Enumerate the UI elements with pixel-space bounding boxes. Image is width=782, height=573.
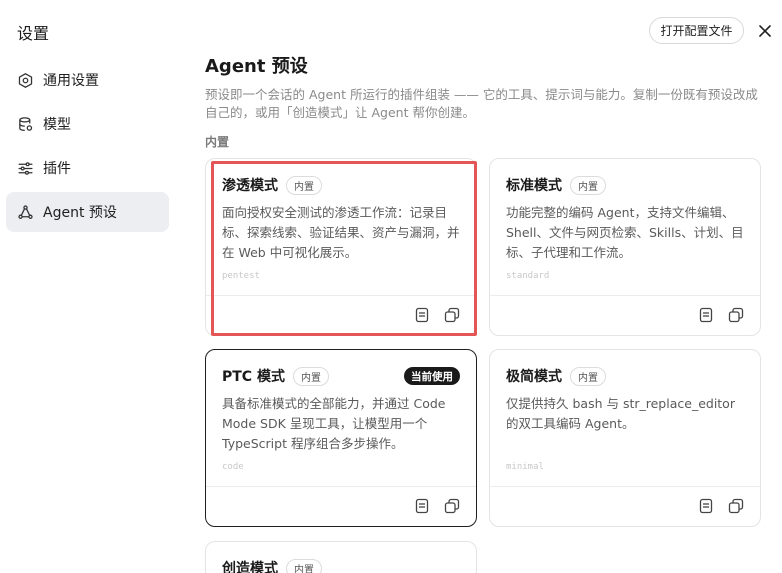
copy-icon[interactable] bbox=[728, 498, 744, 514]
current-in-use-badge: 当前使用 bbox=[404, 367, 460, 385]
sidebar-item-label: 模型 bbox=[43, 117, 71, 133]
sidebar-title: 设置 bbox=[17, 24, 50, 43]
builtin-badge: 内置 bbox=[570, 366, 606, 386]
builtin-badge: 内置 bbox=[286, 558, 322, 573]
builtin-badge: 内置 bbox=[292, 366, 329, 386]
card-description: 功能完整的编码 Agent，支持文件编辑、Shell、文件与网页检索、Skill… bbox=[506, 205, 744, 260]
open-config-button[interactable]: 打开配置文件 bbox=[649, 17, 744, 44]
section-label-builtin: 内置 bbox=[205, 135, 230, 149]
sidebar-item-label: 插件 bbox=[43, 161, 71, 177]
card-title: 极简模式 bbox=[506, 369, 562, 385]
sidebar-item-agent-presets[interactable]: Agent 预设 bbox=[6, 192, 169, 232]
preset-card-minimal[interactable]: 极简模式 内置 仅提供持久 bash 与 str_replace_editor … bbox=[489, 349, 761, 527]
gear-icon bbox=[16, 71, 34, 89]
card-id: standard bbox=[506, 271, 550, 281]
card-id: pentest bbox=[222, 271, 260, 281]
view-document-icon[interactable] bbox=[414, 498, 430, 514]
card-divider bbox=[206, 486, 476, 487]
settings-sidebar: 设置 通用设置 模型 插件 Agent 预设 bbox=[0, 0, 182, 573]
sidebar-item-label: Agent 预设 bbox=[43, 205, 117, 221]
card-title: 创造模式 bbox=[222, 561, 278, 573]
card-title: 标准模式 bbox=[506, 178, 562, 194]
page-title: Agent 预设 bbox=[205, 56, 308, 77]
database-icon bbox=[16, 115, 34, 133]
view-document-icon[interactable] bbox=[414, 307, 430, 323]
card-id: code bbox=[222, 462, 244, 472]
close-icon bbox=[759, 25, 771, 37]
card-id: minimal bbox=[506, 462, 544, 472]
card-title: PTC 模式 bbox=[222, 369, 285, 385]
sidebar-item-plugins[interactable]: 插件 bbox=[6, 148, 169, 188]
card-description: 具备标准模式的全部能力，并通过 Code Mode SDK 呈现工具，让模型用一… bbox=[222, 396, 446, 451]
sidebar-item-models[interactable]: 模型 bbox=[6, 104, 169, 144]
view-document-icon[interactable] bbox=[698, 307, 714, 323]
preset-card-create[interactable]: 创造模式 内置 bbox=[205, 541, 477, 573]
sliders-icon bbox=[16, 159, 34, 177]
card-divider bbox=[490, 486, 760, 487]
card-divider bbox=[490, 295, 760, 296]
copy-icon[interactable] bbox=[444, 307, 460, 323]
card-description: 仅提供持久 bash 与 str_replace_editor 的双工具编码 A… bbox=[506, 396, 735, 431]
preset-card-code[interactable]: PTC 模式 内置 当前使用 具备标准模式的全部能力，并通过 Code Mode… bbox=[205, 349, 477, 527]
preset-card-standard[interactable]: 标准模式 内置 功能完整的编码 Agent，支持文件编辑、Shell、文件与网页… bbox=[489, 158, 761, 336]
view-document-icon[interactable] bbox=[698, 498, 714, 514]
page-description: 预设即一个会话的 Agent 所运行的插件组装 —— 它的工具、提示词与能力。复… bbox=[205, 87, 758, 120]
sidebar-item-label: 通用设置 bbox=[43, 73, 99, 89]
builtin-badge: 内置 bbox=[286, 175, 322, 195]
builtin-badge: 内置 bbox=[570, 175, 606, 195]
copy-icon[interactable] bbox=[728, 307, 744, 323]
copy-icon[interactable] bbox=[444, 498, 460, 514]
card-title: 渗透模式 bbox=[222, 178, 278, 194]
preset-card-pentest[interactable]: 渗透模式 内置 面向授权安全测试的渗透工作流：记录目标、探索线索、验证结果、资产… bbox=[205, 158, 477, 336]
card-divider bbox=[206, 295, 476, 296]
close-button[interactable] bbox=[755, 21, 775, 41]
card-description: 面向授权安全测试的渗透工作流：记录目标、探索线索、验证结果、资产与漏洞，并在 W… bbox=[222, 205, 460, 260]
agent-icon bbox=[16, 203, 34, 221]
sidebar-item-general[interactable]: 通用设置 bbox=[6, 60, 169, 100]
